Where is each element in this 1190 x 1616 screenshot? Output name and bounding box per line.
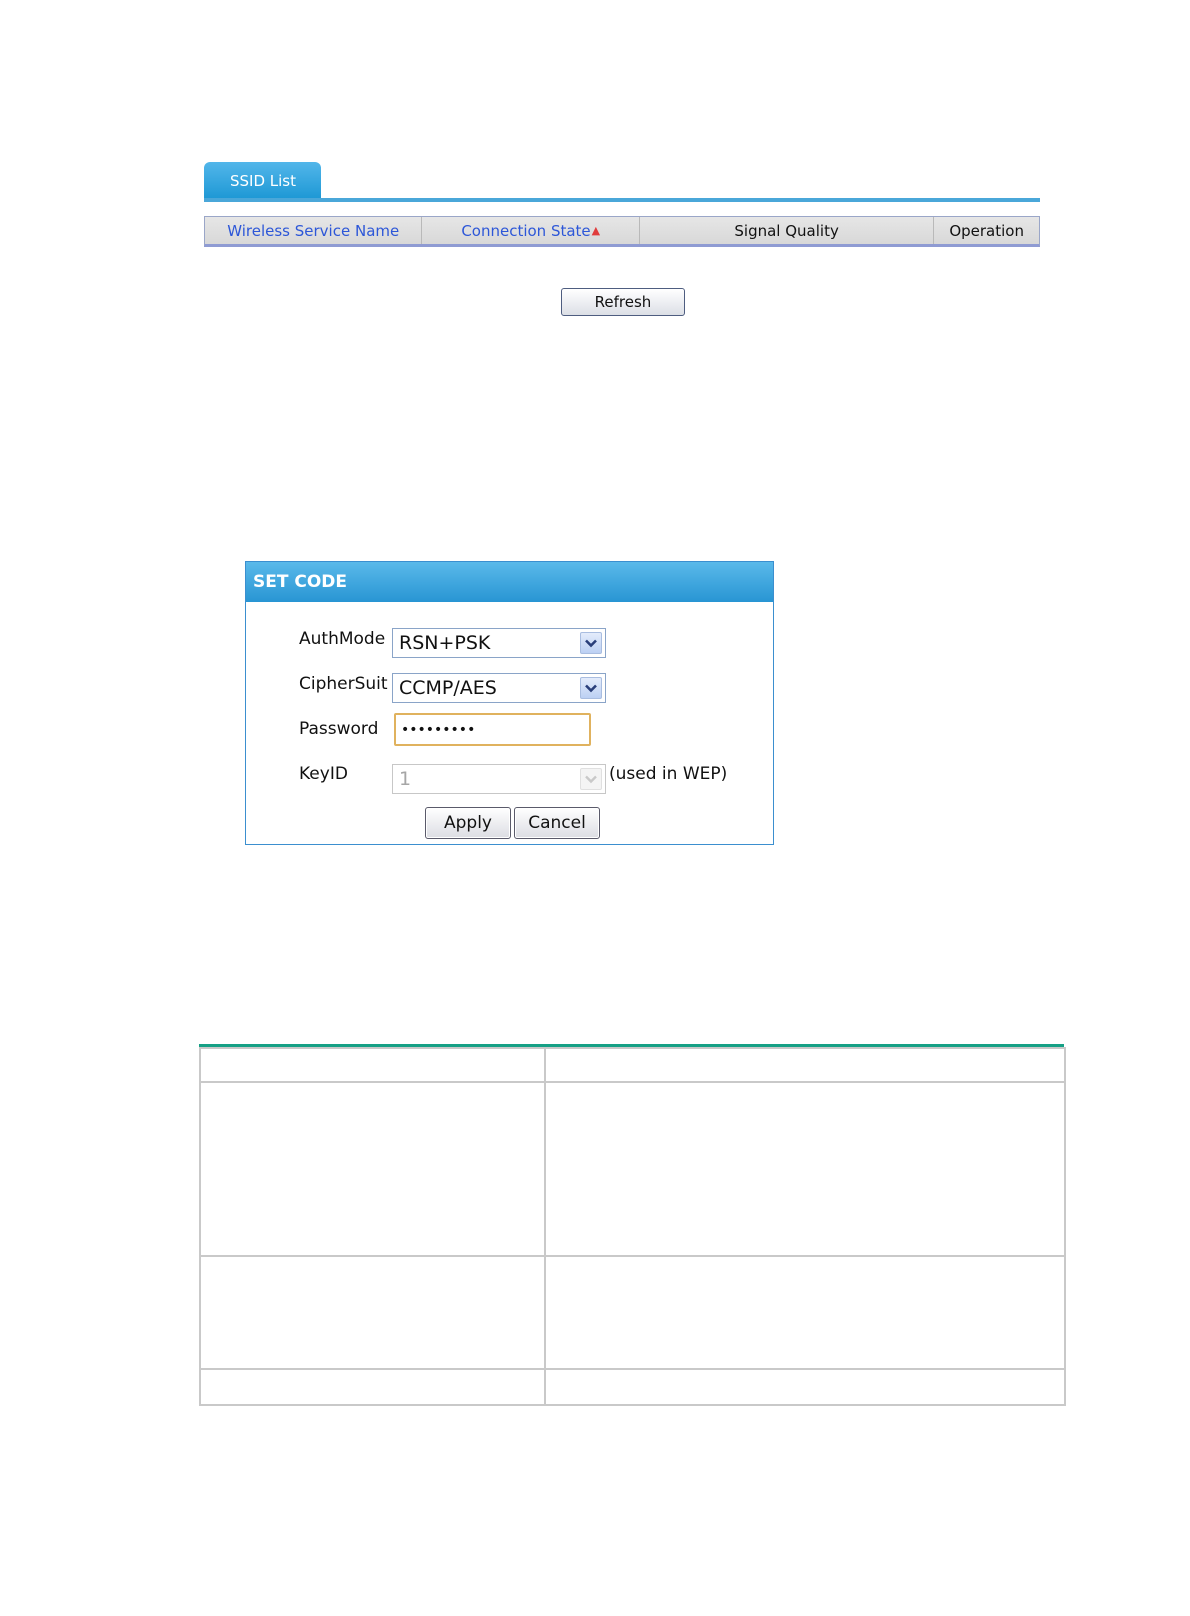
chevron-down-icon[interactable] xyxy=(580,677,602,699)
table-cell xyxy=(199,1081,546,1257)
ciphersuit-label: CipherSuit xyxy=(299,674,388,694)
keyid-value: 1 xyxy=(399,768,412,790)
cancel-button[interactable]: Cancel xyxy=(514,807,600,839)
column-operation-label: Operation xyxy=(949,221,1024,240)
ciphersuit-select[interactable]: CCMP/AES xyxy=(392,673,606,703)
table-cell xyxy=(544,1081,1066,1257)
column-header-connection-state[interactable]: Connection State ▲ xyxy=(422,217,640,244)
refresh-button[interactable]: Refresh xyxy=(561,288,685,316)
chevron-down-icon[interactable] xyxy=(580,632,602,654)
authmode-value: RSN+PSK xyxy=(399,632,491,654)
parameter-table xyxy=(199,1044,1066,1407)
authmode-label: AuthMode xyxy=(299,629,386,649)
password-input[interactable] xyxy=(394,713,591,746)
column-signal-quality-label: Signal Quality xyxy=(734,221,839,240)
password-label: Password xyxy=(299,719,379,739)
table-cell xyxy=(544,1368,1066,1406)
tab-ssid-list-label: SSID List xyxy=(230,172,297,190)
table-cell xyxy=(199,1368,546,1406)
table-row xyxy=(199,1368,1066,1406)
tab-underline xyxy=(204,198,1040,202)
table-cell xyxy=(544,1255,1066,1370)
apply-button[interactable]: Apply xyxy=(425,807,511,839)
keyid-label: KeyID xyxy=(299,764,348,784)
authmode-select[interactable]: RSN+PSK xyxy=(392,628,606,658)
tab-ssid-list[interactable]: SSID List xyxy=(204,162,321,200)
keyid-select: 1 xyxy=(392,764,606,794)
table-row xyxy=(199,1255,1066,1370)
column-connection-state-link[interactable]: Connection State xyxy=(461,222,590,240)
set-code-dialog: SET CODE AuthMode RSN+PSK CipherSuit CCM… xyxy=(245,561,774,845)
keyid-note: (used in WEP) xyxy=(609,764,728,784)
dialog-title: SET CODE xyxy=(253,572,348,592)
table-row xyxy=(199,1081,1066,1257)
table-cell xyxy=(544,1047,1066,1083)
column-wireless-service-name-link[interactable]: Wireless Service Name xyxy=(227,222,399,240)
column-header-signal-quality: Signal Quality xyxy=(640,217,935,244)
chevron-down-icon xyxy=(580,768,602,790)
table-row xyxy=(199,1047,1066,1083)
table-cell xyxy=(199,1255,546,1370)
table-cell xyxy=(199,1047,546,1083)
sort-ascending-icon: ▲ xyxy=(591,224,601,237)
column-header-operation: Operation xyxy=(934,217,1039,244)
ciphersuit-value: CCMP/AES xyxy=(399,677,497,699)
ssid-table-header: Wireless Service Name Connection State ▲ … xyxy=(204,216,1040,247)
column-header-wireless-service-name[interactable]: Wireless Service Name xyxy=(205,217,423,244)
dialog-title-bar: SET CODE xyxy=(246,562,773,602)
